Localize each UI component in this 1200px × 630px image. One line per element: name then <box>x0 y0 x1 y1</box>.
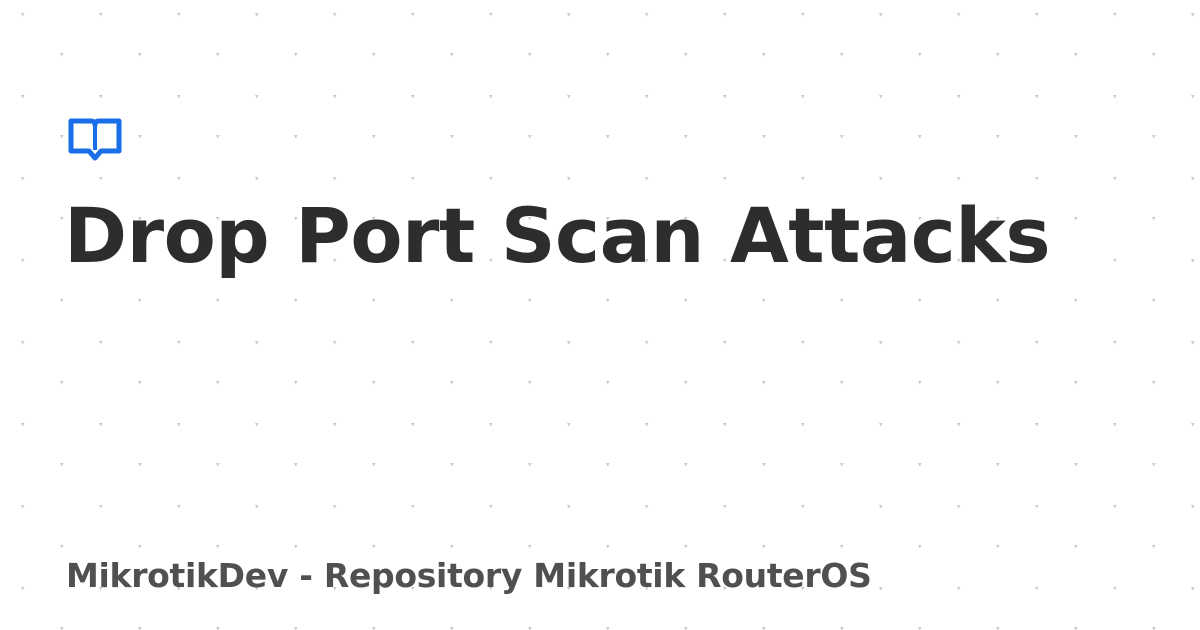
page-title: Drop Port Scan Attacks <box>64 191 1051 280</box>
dot-pattern-background <box>0 0 1200 630</box>
site-name[interactable]: MikrotikDev - Repository Mikrotik Router… <box>66 554 872 598</box>
open-book-icon <box>68 118 122 161</box>
